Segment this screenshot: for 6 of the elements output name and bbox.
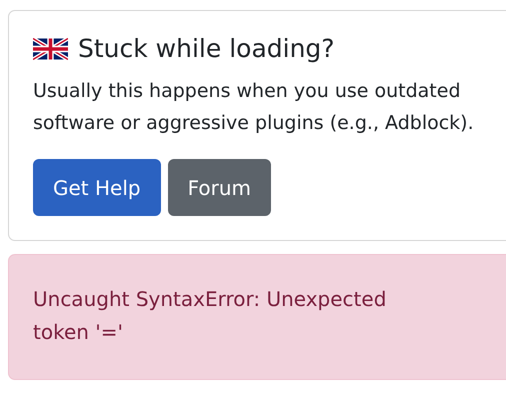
flag-icon [33,38,68,60]
forum-button[interactable]: Forum [168,159,272,216]
card-message: Usually this happens when you use outdated software or aggressive plugins (e.g., Adblock). [33,79,475,136]
error-message: Uncaught SyntaxError: Unexpected token '=' [33,286,388,346]
help-button[interactable]: Get Help [33,159,161,216]
card-title: Stuck while loading? [78,33,335,65]
